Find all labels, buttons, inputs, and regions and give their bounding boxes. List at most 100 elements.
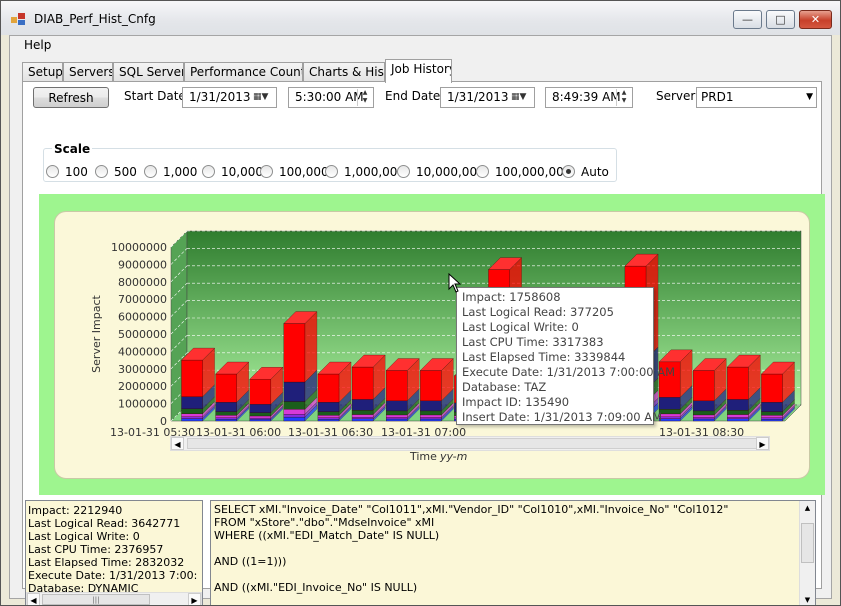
y-tick-label: 3000000 <box>118 363 167 376</box>
detail-elapsed-time: Last Elapsed Time: 2832032 <box>28 556 185 569</box>
tab-charts-history[interactable]: Charts & History <box>303 62 385 82</box>
spin-up-icon[interactable]: ▲ <box>617 89 631 97</box>
bar-segment <box>658 416 681 419</box>
bar-segment <box>658 418 681 422</box>
scale-option-auto[interactable]: Auto <box>562 165 609 179</box>
bar-segment <box>283 323 306 383</box>
bar-segment <box>317 417 340 420</box>
bar-segment <box>317 411 340 416</box>
bar-segment <box>249 412 272 417</box>
end-time-picker[interactable]: 8:49:39 AM ▲ ▼ <box>545 87 633 108</box>
end-time-spinner[interactable]: ▲ ▼ <box>616 89 631 106</box>
bar-segment <box>727 366 749 400</box>
sql-text-panel[interactable]: SELECT xMI."Invoice_Date" "Col1011",xMI.… <box>210 500 816 605</box>
bar-segment <box>215 417 237 420</box>
tab-sql-servers[interactable]: SQL Servers <box>113 62 184 82</box>
server-value: PRD1 <box>701 90 734 104</box>
sql-line: AND ((xMI."EDI_Invoice_No" IS NULL) <box>214 581 418 594</box>
scale-option-100000[interactable]: 100,000 <box>260 165 329 179</box>
detail-cpu-time: Last CPU Time: 2376957 <box>28 543 164 556</box>
scale-title: Scale <box>52 142 93 156</box>
details-horizontal-scrollbar[interactable]: ◀ ||| ▶ <box>26 592 202 605</box>
maximize-button[interactable]: □ <box>766 10 795 29</box>
bar-segment <box>249 417 272 420</box>
scroll-down-icon[interactable]: ▼ <box>800 593 815 605</box>
maximize-icon: □ <box>775 13 786 26</box>
refresh-button[interactable]: Refresh <box>33 87 109 108</box>
tab-performance-counters[interactable]: Performance Counters <box>184 62 303 82</box>
sql-line <box>214 542 815 555</box>
bar-segment <box>249 419 272 422</box>
menu-bar: Help <box>10 36 831 56</box>
details-panel[interactable]: Impact: 2212940 Last Logical Read: 36427… <box>25 500 203 605</box>
spin-down-icon[interactable]: ▼ <box>358 97 372 105</box>
bar-side <box>304 311 318 383</box>
close-button[interactable]: ✕ <box>799 10 832 29</box>
bar-segment <box>761 417 783 420</box>
end-date-picker[interactable]: 1/31/2013 ▦▼ <box>440 87 535 108</box>
chart-area: 10000000 9000000 8000000 7000000 6000000 5000… <box>39 194 825 495</box>
start-date-picker[interactable]: 1/31/2013 ▦▼ <box>182 87 277 108</box>
scale-option-10000[interactable]: 10,000 <box>202 165 263 179</box>
y-tick-label: 5000000 <box>118 328 167 341</box>
scroll-left-icon[interactable]: ◀ <box>171 437 184 450</box>
bar-segment <box>692 418 715 422</box>
start-time-picker[interactable]: 5:30:00 AM ▲ ▼ <box>288 87 374 108</box>
title-bar: DIAB_Perf_Hist_Cnfg — □ ✕ <box>1 1 840 35</box>
tooltip-logical-write: Last Logical Write: 0 <box>462 320 579 334</box>
tooltip-impact: Impact: 1758608 <box>462 290 561 304</box>
bar-segment <box>283 381 306 402</box>
chart-horizontal-scrollbar[interactable]: ◀ ▶ <box>170 436 770 451</box>
chart-panel: 10000000 9000000 8000000 7000000 6000000 5000… <box>54 211 810 479</box>
bar-segment <box>317 373 340 403</box>
scroll-right-icon[interactable]: ▶ <box>188 593 201 605</box>
bar-segment <box>283 409 306 415</box>
start-time-value: 5:30:00 AM <box>295 90 364 104</box>
spin-up-icon[interactable]: ▲ <box>358 89 372 97</box>
menu-help[interactable]: Help <box>24 38 51 52</box>
bar-segment <box>420 414 442 418</box>
x-axis-title: Time <box>410 450 437 463</box>
detail-impact: Impact: 2212940 <box>28 504 123 517</box>
tab-job-history[interactable]: Job History <box>385 59 452 83</box>
scrollbar-thumb[interactable] <box>801 523 814 563</box>
calendar-dropdown-icon[interactable]: ▦▼ <box>253 91 273 104</box>
y-tick-label: 7000000 <box>118 293 167 306</box>
scrollbar-thumb[interactable]: ||| <box>42 594 150 605</box>
scrollbar-thumb[interactable] <box>187 438 759 449</box>
scroll-up-icon[interactable]: ▲ <box>800 501 815 515</box>
scale-option-500[interactable]: 500 <box>95 165 137 179</box>
scale-option-1000000[interactable]: 1,000,000 <box>325 165 405 179</box>
y-axis-title: Server Impact <box>90 295 103 373</box>
calendar-dropdown-icon[interactable]: ▦▼ <box>511 91 531 104</box>
chevron-down-icon[interactable]: ▼ <box>806 88 813 107</box>
scroll-left-icon[interactable]: ◀ <box>27 593 40 605</box>
bar-segment <box>351 366 374 400</box>
radio-icon <box>325 165 338 178</box>
mouse-cursor-icon <box>448 273 462 293</box>
server-label: Server <box>656 89 696 103</box>
bar-segment <box>692 417 715 420</box>
scroll-right-icon[interactable]: ▶ <box>756 437 769 450</box>
minimize-button[interactable]: — <box>733 10 762 29</box>
server-combobox[interactable]: PRD1 ▼ <box>696 87 817 108</box>
y-tick-label: 4000000 <box>118 345 167 358</box>
tab-servers[interactable]: Servers <box>63 62 113 82</box>
scale-option-1000[interactable]: 1,000 <box>144 165 197 179</box>
sql-line <box>214 568 815 581</box>
scale-option-100[interactable]: 100 <box>46 165 88 179</box>
tab-setup[interactable]: Setup <box>22 62 63 82</box>
bar-segment <box>181 396 203 409</box>
start-time-spinner[interactable]: ▲ ▼ <box>357 89 372 106</box>
radio-selected-icon <box>562 165 575 178</box>
bar-segment <box>351 399 374 411</box>
radio-icon <box>260 165 273 178</box>
sql-vertical-scrollbar[interactable]: ▲ ▼ <box>799 501 815 605</box>
scale-option-100000000[interactable]: 100,000,000 <box>476 165 571 179</box>
bar-segment <box>692 370 715 401</box>
spin-down-icon[interactable]: ▼ <box>617 97 631 105</box>
bar-segment <box>215 415 237 418</box>
window-title: DIAB_Perf_Hist_Cnfg <box>34 12 156 26</box>
scale-option-10000000[interactable]: 10,000,000 <box>397 165 485 179</box>
radio-icon <box>46 165 59 178</box>
